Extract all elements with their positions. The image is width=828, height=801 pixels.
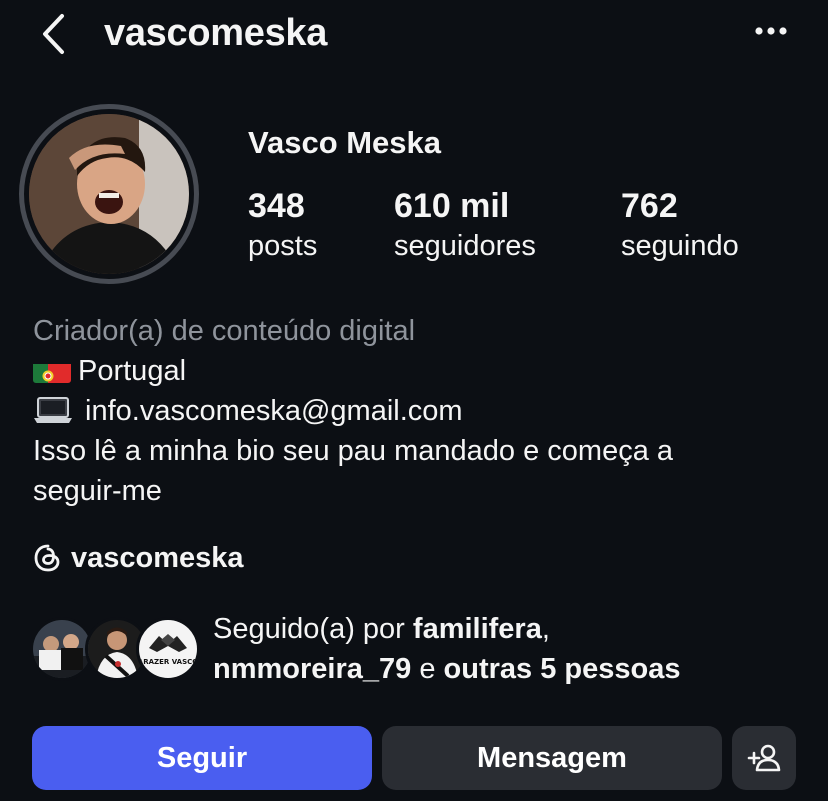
more-horizontal-icon [755,27,787,35]
threads-link[interactable]: vascomeska [33,538,244,578]
profile-category: Criador(a) de conteúdo digital [33,315,416,347]
bio-text-line-1: Isso lê a minha bio seu pau mandado e co… [33,435,674,467]
followed-by-prefix: Seguido(a) por [213,613,405,645]
bio-text-line-2: seguir-me [33,475,162,507]
follower-avatar-3[interactable]: ARAZER VASCO [136,617,200,681]
avatar-photo [29,114,189,274]
threads-handle: vascomeska [71,541,244,574]
portugal-flag-icon [33,359,71,383]
add-person-icon [747,744,781,772]
followers-stat[interactable]: 610 mil seguidores [394,186,536,266]
profile-username: vascomeska [104,12,328,54]
followed-by-line-2: nmmoreira_79 e outras 5 pessoas [213,649,681,689]
posts-count: 348 [248,187,305,225]
more-options-button[interactable] [744,16,798,46]
followed-by-connector: e [419,653,436,685]
followed-by-others: outras 5 pessoas [443,653,681,685]
followers-label: seguidores [394,230,536,262]
posts-stat[interactable]: 348 posts [248,186,317,266]
profile-full-name: Vasco Meska [248,125,442,160]
bio-location: Portugal [78,355,187,387]
back-button[interactable] [36,12,76,56]
follower-name-1: familifera [412,613,542,645]
following-stat[interactable]: 762 seguindo [621,186,739,266]
bio-email[interactable]: info.vascomeska@gmail.com [85,395,463,427]
laptop-icon [33,395,73,423]
posts-label: posts [248,230,318,262]
suggest-users-button[interactable] [732,726,796,790]
followed-by-line-1: Seguido(a) por familifera, [213,613,550,645]
follower-name-2: nmmoreira_79 [213,653,412,685]
chevron-left-icon [43,14,64,54]
following-count: 762 [621,187,678,225]
profile-avatar[interactable] [19,104,199,284]
message-button[interactable]: Mensagem [382,726,722,790]
bio-location-line: Portugal [33,351,186,391]
followed-by-text[interactable]: Seguido(a) por familifera, nmmoreira_79 … [213,609,681,689]
followers-count: 610 mil [394,187,510,225]
threads-icon [34,544,60,572]
follow-button[interactable]: Seguir [32,726,372,790]
bio-email-line: info.vascomeska@gmail.com [33,391,463,431]
follower-avatar-3-text: ARAZER VASCO [139,658,197,666]
following-label: seguindo [621,230,739,262]
